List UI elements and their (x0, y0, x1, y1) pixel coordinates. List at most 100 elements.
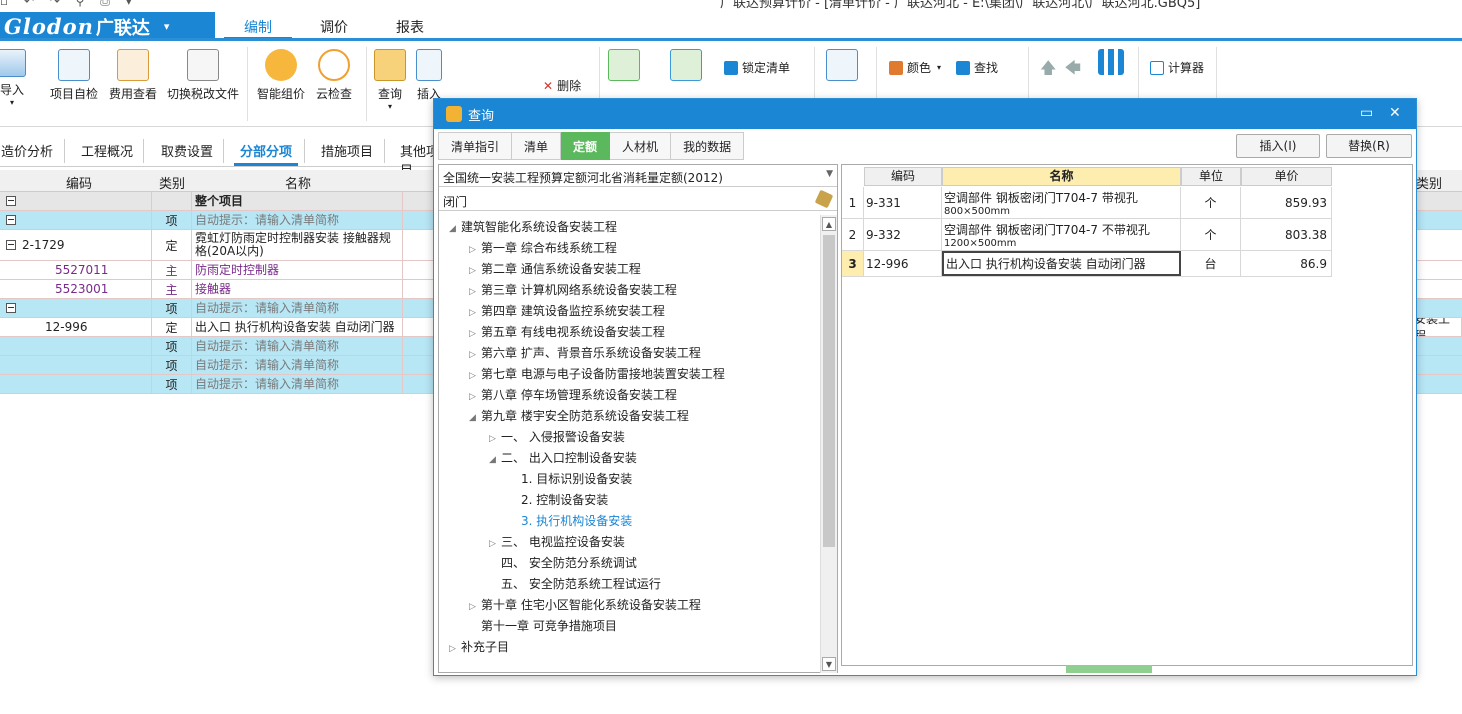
smart-pricing-button[interactable]: 智能组价 (257, 49, 305, 102)
tree-node[interactable]: ▷ 第二章 通信系统设备安装工程 (469, 260, 641, 277)
result-row[interactable]: 1 9-331 空调部件 钢板密闭门T704-7 带视孔 800×500mm 个 859.… (842, 187, 1332, 219)
grid-cell-type[interactable]: 主 (152, 261, 192, 279)
tree-toggle-icon[interactable]: ▷ (469, 392, 481, 402)
collapse-toggle-icon[interactable] (6, 196, 16, 206)
tree-node[interactable]: ▷ 第八章 停车场管理系统设备安装工程 (469, 386, 677, 403)
other-button[interactable] (1098, 49, 1124, 79)
grid-cell-type[interactable]: 项 (152, 375, 192, 393)
insert-button[interactable]: 插入(I) (1236, 134, 1320, 158)
clear-broom-icon[interactable] (814, 189, 834, 209)
scroll-thumb[interactable] (823, 235, 835, 547)
dtab-my-data[interactable]: 我的数据 (671, 132, 745, 160)
grid-cell-type[interactable]: 主 (152, 280, 192, 298)
result-unit[interactable]: 个 (1181, 187, 1241, 218)
color-button[interactable]: 颜色 ▾ (889, 59, 941, 76)
scroll-up-icon[interactable]: ▲ (822, 217, 836, 231)
dialog-titlebar[interactable]: 查询 ▭ ✕ (434, 99, 1416, 129)
grid-cell-name[interactable]: 接触器 (193, 280, 403, 298)
grid-cell-name[interactable]: 自动提示：请输入清单简称 (193, 337, 403, 355)
tree-node[interactable]: 五、 安全防范系统工程试运行 (489, 575, 661, 592)
chevron-down-icon[interactable]: ▾ (164, 20, 170, 33)
tree-toggle-icon[interactable]: ◢ (469, 413, 481, 423)
col-header-name[interactable]: 名称 (285, 173, 311, 192)
app-logo-menu[interactable]: Glodon 广联达 ▾ (0, 12, 215, 41)
tree-toggle-icon[interactable]: ▷ (489, 539, 501, 549)
tree-toggle-icon[interactable]: ▷ (469, 245, 481, 255)
tree-toggle-icon[interactable]: ▷ (469, 371, 481, 381)
tab-cost-analysis[interactable]: 造价分析 (1, 141, 53, 160)
result-price[interactable]: 86.9 (1241, 251, 1332, 276)
grid-cell-name[interactable]: 自动提示：请输入清单简称 (193, 299, 403, 317)
switch-tax-file-button[interactable]: 切换税改文件 (167, 49, 239, 102)
grid-cell-type[interactable] (152, 192, 192, 210)
tree-node[interactable]: 3. 执行机构设备安装 (509, 512, 632, 529)
grid-cell-code[interactable] (0, 375, 152, 393)
tab-fee-settings[interactable]: 取费设置 (161, 141, 213, 160)
tree-node[interactable]: 第十一章 可竞争措施项目 (469, 617, 617, 634)
tree-node[interactable]: ▷ 第十章 住宅小区智能化系统设备安装工程 (469, 596, 701, 613)
grid-cell-name[interactable]: 自动提示：请输入清单简称 (193, 356, 403, 374)
tab-sub-items[interactable]: 分部分项 (233, 141, 299, 166)
collapse-toggle-icon[interactable] (6, 303, 16, 313)
result-unit[interactable]: 台 (1181, 251, 1241, 276)
menu-item-edit[interactable]: 编制 (224, 17, 292, 40)
tree-node[interactable]: ▷ 补充子目 (449, 638, 509, 655)
tree-toggle-icon[interactable]: ▷ (469, 329, 481, 339)
result-name[interactable]: 出入口 执行机构设备安装 自动闭门器 (942, 251, 1181, 276)
dtab-quota[interactable]: 定额 (561, 132, 611, 160)
result-index[interactable]: 3 (842, 251, 864, 276)
tree-scrollbar[interactable]: ▲ ▼ (820, 215, 837, 673)
result-row[interactable]: 3 12-996 出入口 执行机构设备安装 自动闭门器 台 86.9 (842, 251, 1332, 277)
col-header-code[interactable]: 编码 (66, 173, 92, 192)
grid-cell-type[interactable]: 项 (152, 299, 192, 317)
grid-cell-name[interactable]: 整个项目 (193, 192, 403, 210)
grid-cell-code[interactable]: 2-1729 (0, 230, 152, 260)
tree-node[interactable]: ◢ 第九章 楼宇安全防范系统设备安装工程 (469, 407, 689, 424)
tree-node[interactable]: 四、 安全防范分系统调试 (489, 554, 637, 571)
grid-cell-name[interactable]: 自动提示：请输入清单简称 (193, 211, 403, 229)
calculator-button[interactable]: 计算器 (1150, 59, 1204, 76)
grid-cell-code[interactable] (0, 337, 152, 355)
tab-measures[interactable]: 措施项目 (321, 141, 373, 160)
grid-cell-type[interactable]: 定 (152, 230, 192, 260)
menu-item-adjust-price[interactable]: 调价 (320, 17, 348, 37)
tree-node[interactable]: 1. 目标识别设备安装 (509, 470, 632, 487)
tree-node[interactable]: ◢ 建筑智能化系统设备安装工程 (449, 218, 617, 235)
grid-cell-type[interactable]: 项 (152, 211, 192, 229)
grid-cell-name[interactable]: 霓虹灯防雨定时控制器安装 接触器规格(20A以内) (193, 230, 403, 260)
dtab-labor-material[interactable]: 人材机 (610, 132, 672, 160)
maximize-icon[interactable]: ▭ (1360, 105, 1373, 121)
grid-cell-code[interactable]: 5523001 (0, 280, 152, 298)
search-input[interactable]: 闭门 (439, 189, 837, 211)
tree-toggle-icon[interactable]: ▷ (469, 287, 481, 297)
result-code[interactable]: 9-332 (864, 219, 942, 250)
grid-cell-type[interactable]: 项 (152, 337, 192, 355)
collapse-toggle-icon[interactable] (6, 215, 16, 225)
tree-toggle-icon[interactable]: ▷ (469, 266, 481, 276)
insert-button[interactable]: 插入 (416, 49, 442, 102)
chevron-down-icon[interactable]: ▼ (826, 169, 833, 179)
cloud-check-button[interactable]: 云检查 (316, 49, 352, 102)
tree-toggle-icon[interactable]: ▷ (449, 644, 461, 654)
replace-data-button[interactable] (670, 49, 702, 85)
pane-resize-grip[interactable] (1066, 665, 1152, 673)
tree-node[interactable]: 2. 控制设备安装 (509, 491, 608, 508)
tree-node[interactable]: ▷ 一、 入侵报警设备安装 (489, 428, 625, 445)
install-fee-button[interactable] (826, 49, 858, 85)
tree-node[interactable]: ▷ 三、 电视监控设备安装 (489, 533, 625, 550)
tree-node[interactable]: ▷ 第四章 建筑设备监控系统安装工程 (469, 302, 665, 319)
replace-button[interactable]: 替换(R) (1326, 134, 1412, 158)
tree-node[interactable]: ▷ 第一章 综合布线系统工程 (469, 239, 617, 256)
result-name[interactable]: 空调部件 钢板密闭门T704-7 不带视孔 1200×500mm (942, 219, 1181, 250)
grid-cell-type[interactable]: 项 (152, 356, 192, 374)
tree-node[interactable]: ▷ 第七章 电源与电子设备防雷接地装置安装工程 (469, 365, 725, 382)
project-self-check-button[interactable]: 项目自检 (50, 49, 98, 102)
tree-toggle-icon[interactable]: ▷ (469, 350, 481, 360)
result-price[interactable]: 859.93 (1241, 187, 1332, 218)
find-button[interactable]: 查找 (956, 59, 998, 76)
query-button[interactable]: 查询 ▾ (374, 49, 406, 111)
delete-button[interactable]: ✕ 删除 (543, 77, 581, 94)
col-header-right[interactable]: 类别 (1416, 173, 1442, 192)
grid-cell-code[interactable] (0, 356, 152, 374)
tree-toggle-icon[interactable]: ◢ (449, 224, 461, 234)
